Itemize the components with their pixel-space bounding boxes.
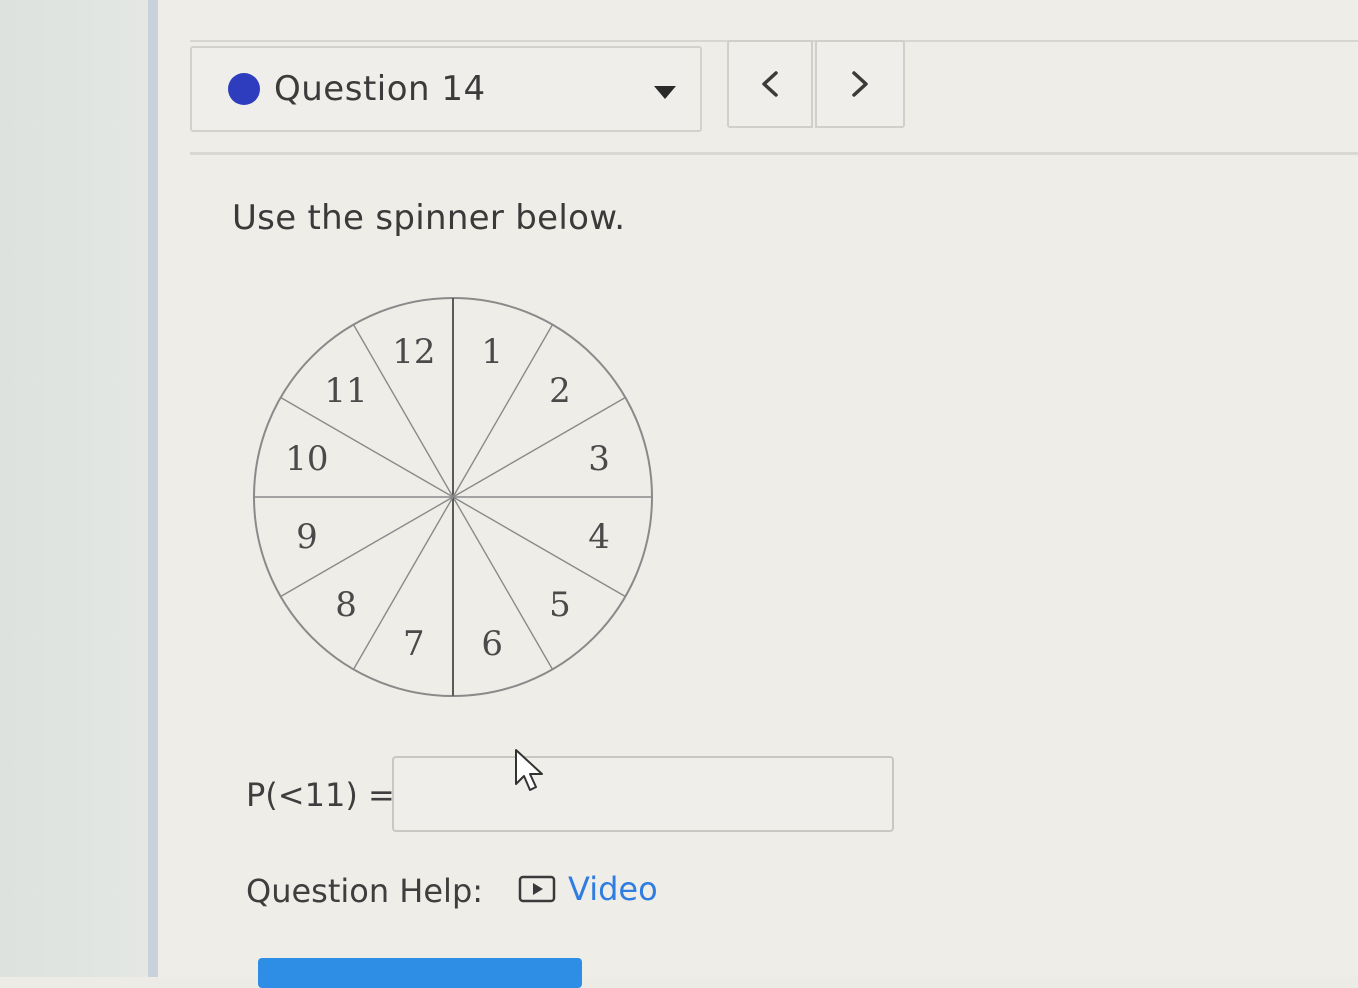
spinner-section-label: 9 bbox=[296, 517, 318, 557]
header-bottom-divider bbox=[190, 152, 1358, 155]
spinner-section-label: 8 bbox=[335, 585, 357, 625]
video-help-link[interactable]: Video bbox=[518, 870, 658, 908]
mouse-pointer-icon bbox=[515, 749, 543, 791]
spinner-section-label: 7 bbox=[403, 624, 425, 664]
video-link-label: Video bbox=[568, 870, 658, 908]
question-help-label: Question Help: bbox=[246, 872, 484, 910]
spinner-section-label: 5 bbox=[549, 585, 571, 625]
spinner-section-label: 6 bbox=[481, 624, 503, 664]
question-selector-dropdown[interactable]: Question 14 bbox=[190, 46, 702, 132]
answer-input[interactable] bbox=[392, 756, 894, 832]
spinner-section-label: 1 bbox=[481, 332, 503, 372]
spinner-section-label: 3 bbox=[588, 439, 610, 479]
probability-prompt: P(<11) = bbox=[246, 776, 395, 814]
question-instruction: Use the spinner below. bbox=[232, 198, 626, 238]
panel-border bbox=[148, 0, 158, 977]
spinner-section-label: 12 bbox=[392, 332, 435, 372]
spinner-section-label: 10 bbox=[285, 439, 328, 479]
spinner-section-label: 2 bbox=[549, 371, 571, 411]
play-video-icon bbox=[518, 875, 556, 903]
question-status-icon bbox=[228, 73, 260, 105]
spinner-diagram: 12 1234567891011 bbox=[253, 297, 653, 697]
question-title: Question 14 bbox=[274, 69, 486, 109]
submit-button[interactable] bbox=[258, 958, 582, 988]
left-margin bbox=[0, 0, 150, 977]
caret-down-icon[interactable] bbox=[654, 86, 676, 99]
chevron-right-icon bbox=[852, 71, 868, 97]
spinner-section-label: 4 bbox=[588, 517, 610, 557]
chevron-left-icon bbox=[762, 71, 778, 97]
previous-question-button[interactable] bbox=[727, 40, 813, 128]
spinner-section-label: 11 bbox=[324, 371, 367, 411]
next-question-button[interactable] bbox=[815, 40, 905, 128]
